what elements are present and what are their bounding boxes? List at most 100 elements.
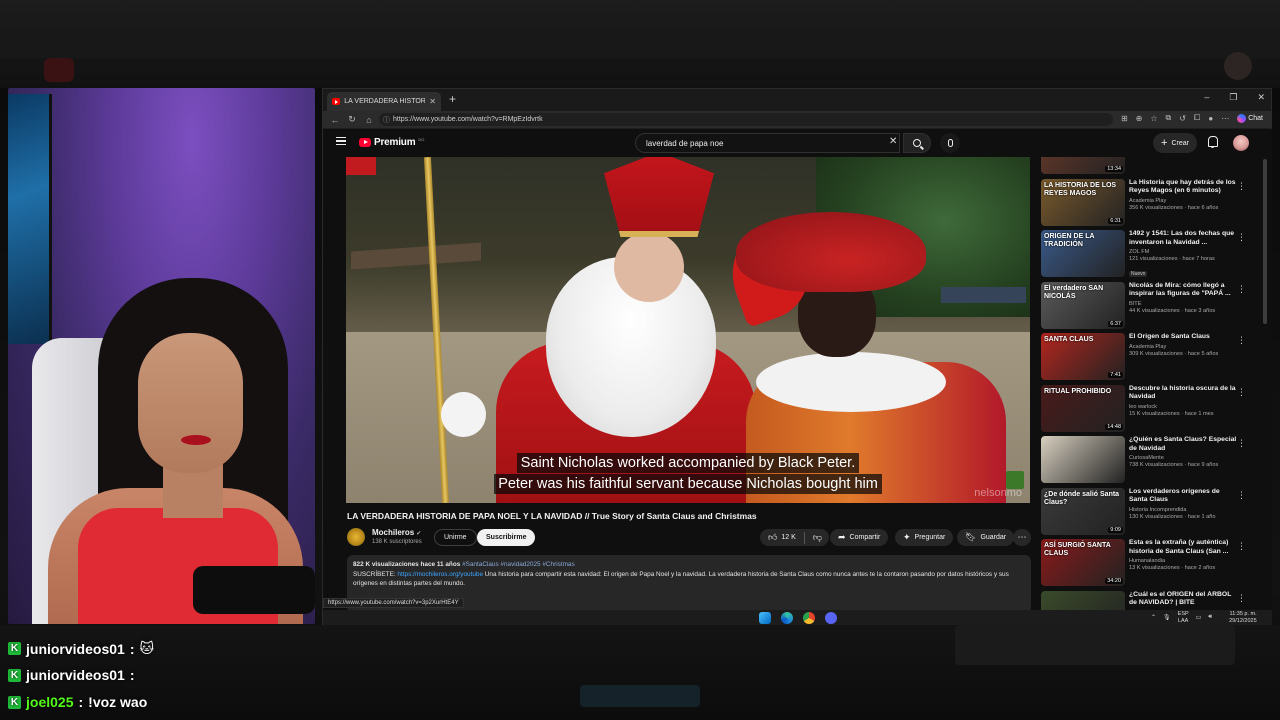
save-button[interactable]: 🔖︎ Guardar [957, 529, 1015, 546]
close-tab-icon[interactable]: ✕ [429, 97, 436, 106]
ask-button[interactable]: ✦ Preguntar [895, 529, 954, 546]
windows-start-icon[interactable] [759, 612, 771, 624]
recommended-video[interactable]: ¿Cuál es el ORIGEN del ÁRBOL de NAVIDAD?… [1041, 590, 1253, 612]
share-button[interactable]: ➦ Compartir [830, 529, 889, 546]
new-tab-button[interactable]: + [449, 92, 456, 106]
recommended-title[interactable]: Descubre la historia oscura de la Navida… [1129, 385, 1237, 402]
video-thumbnail[interactable]: ¿De dónde salió Santa Claus? 9:09 [1041, 487, 1125, 535]
refresh-page-icon[interactable]: ↺ [1179, 114, 1186, 123]
recommended-title[interactable]: ¿Cuál es el ORIGEN del ÁRBOL de NAVIDAD?… [1129, 591, 1237, 608]
notifications-bell-icon[interactable] [1207, 136, 1218, 148]
recommended-channel[interactable]: Academia Play [1129, 344, 1237, 350]
recommended-video[interactable]: SANTA CLAUS 7:41 El Origen de Santa Claus A… [1041, 333, 1253, 383]
like-icon[interactable]: 👍︎ [768, 532, 777, 543]
description-link[interactable]: https://mochileros.org/youtube [397, 571, 483, 578]
voice-search-button[interactable] [940, 133, 960, 153]
chat-username[interactable]: joel025 [26, 694, 73, 710]
more-options-icon[interactable]: ⋮ [1237, 284, 1246, 295]
extensions-icon[interactable]: ⧠ [1194, 113, 1200, 123]
video-thumbnail[interactable]: LA HISTORIA DE LOS REYES MAGOS 6:31 [1041, 178, 1125, 226]
scrollbar[interactable] [1263, 159, 1267, 324]
recommended-title[interactable]: 1492 y 1541: Las dos fechas que inventar… [1129, 230, 1237, 247]
more-options-icon[interactable]: ⋮ [1237, 593, 1246, 604]
copilot-chat-button[interactable]: Chat [1237, 113, 1263, 123]
tab-youtube[interactable]: LA VERDADERA HISTORIA DE PAPA NOEL ✕ [327, 92, 441, 111]
recommended-channel[interactable]: leo warlock [1129, 404, 1237, 410]
channel-name[interactable]: Mochileros ✔ [372, 528, 421, 537]
subscribe-button[interactable]: Suscribirme [477, 529, 536, 546]
recommended-video[interactable]: 13:34 [1041, 157, 1253, 177]
recommended-title[interactable]: Los verdaderos orígenes de Santa Claus [1129, 488, 1237, 505]
recommended-title[interactable]: La Historia que hay detrás de los Reyes … [1129, 179, 1237, 196]
zoom-icon[interactable]: ⊕ [1136, 114, 1143, 123]
site-info-icon[interactable]: ⓘ [383, 115, 390, 125]
recommended-video[interactable]: RITUAL PROHIBIDO 14:48 Descubre la histori… [1041, 384, 1253, 435]
favorite-star-icon[interactable]: ☆ [1150, 114, 1157, 123]
tray-chevron-icon[interactable]: ⌃ [1151, 614, 1156, 621]
video-player[interactable]: Saint Nicholas worked accompanied by Bla… [346, 157, 1030, 503]
apps-icon[interactable]: ⊞ [1121, 114, 1128, 123]
home-icon[interactable]: ⌂ [364, 115, 374, 125]
video-thumbnail[interactable]: ORIGEN DE LA TRADICIÓN [1041, 230, 1125, 277]
more-options-icon[interactable]: ⋮ [1237, 335, 1246, 346]
recommended-channel[interactable]: Historia Incomprendida [1129, 507, 1237, 513]
more-options-icon[interactable]: ⋮ [1237, 232, 1246, 243]
recommended-title[interactable]: ¿Quién es Santa Claus? Especial de Navid… [1129, 436, 1237, 453]
channel-avatar[interactable] [347, 528, 365, 546]
close-window-icon[interactable]: ✕ [1257, 92, 1265, 103]
chat-username[interactable]: juniorvideos01 [26, 667, 125, 683]
search-button[interactable] [903, 133, 931, 153]
recommended-title[interactable]: Nicolás de Mira: cómo llegó a inspirar l… [1129, 282, 1237, 299]
video-thumbnail[interactable]: SANTA CLAUS 7:41 [1041, 333, 1125, 380]
search-input[interactable]: laverdad de papa noe [635, 133, 900, 153]
recommended-channel[interactable]: BITE [1129, 301, 1237, 307]
menu-icon[interactable] [336, 137, 346, 145]
more-options-icon[interactable]: ⋮ [1237, 490, 1246, 501]
language-indicator[interactable]: ESP LAA [1178, 611, 1189, 624]
video-thumbnail[interactable]: RITUAL PROHIBIDO 14:48 [1041, 384, 1125, 432]
video-thumbnail[interactable] [1041, 436, 1125, 483]
account-avatar[interactable] [1233, 135, 1249, 151]
minimize-icon[interactable]: – [1204, 92, 1209, 103]
hashtags[interactable]: #SantaClaus #navidad2025 #Christmas [462, 561, 575, 568]
network-icon[interactable]: ▭ [1196, 614, 1202, 621]
clear-search-icon[interactable]: ✕ [889, 136, 897, 147]
url-field[interactable]: ⓘ https://www.youtube.com/watch?v=RMpEzI… [379, 113, 1113, 126]
more-options-icon[interactable]: ⋮ [1237, 438, 1246, 449]
edge-browser-icon[interactable] [781, 612, 793, 624]
recommended-channel[interactable]: Academia Play [1129, 198, 1237, 204]
recommended-title[interactable]: El Origen de Santa Claus [1129, 333, 1237, 342]
recommended-channel[interactable]: Humanalandia [1129, 558, 1237, 564]
reload-icon[interactable]: ↻ [347, 114, 357, 125]
more-menu-icon[interactable]: ⋯ [1221, 114, 1229, 123]
recommended-video[interactable]: ASÍ SURGIÓ SANTA CLAUS 34:20 Esta es la ex… [1041, 539, 1253, 589]
clock[interactable]: 11:35 p. m. 29/12/2025 [1229, 611, 1257, 624]
recommended-video[interactable]: El verdadero SAN NICOLÁS 6:37 Nicolás de M… [1041, 281, 1253, 332]
recommended-channel[interactable]: CuriosaMente [1129, 455, 1237, 461]
more-options-icon[interactable]: ⋮ [1237, 387, 1246, 398]
profile-icon[interactable]: ● [1208, 114, 1213, 123]
video-thumbnail[interactable]: ASÍ SURGIÓ SANTA CLAUS 34:20 [1041, 539, 1125, 586]
video-thumbnail[interactable]: 13:34 [1041, 157, 1125, 174]
like-count[interactable]: 12 K [781, 534, 795, 541]
more-options-icon[interactable]: ⋮ [1237, 181, 1246, 192]
volume-icon[interactable]: 🔊︎ [1208, 614, 1212, 621]
back-icon[interactable]: ← [330, 115, 340, 125]
join-button[interactable]: Unirme [434, 529, 477, 546]
recommended-channel[interactable]: ZOL FM [1129, 249, 1237, 255]
discord-icon[interactable] [825, 612, 837, 624]
restore-icon[interactable]: ❐ [1229, 92, 1237, 103]
recommended-title[interactable]: Esta es la extraña (y auténtica) histori… [1129, 539, 1237, 556]
tray-mic-icon[interactable]: 🎙︎ [1163, 614, 1171, 621]
video-thumbnail[interactable]: El verdadero SAN NICOLÁS 6:37 [1041, 281, 1125, 329]
recommended-video[interactable]: LA HISTORIA DE LOS REYES MAGOS 6:31 La His… [1041, 178, 1253, 229]
more-actions-button[interactable]: ⋯ [1013, 529, 1031, 546]
chrome-icon[interactable] [803, 612, 815, 624]
create-button[interactable]: + Crear [1153, 133, 1197, 153]
dislike-icon[interactable]: 👎︎ [809, 532, 829, 543]
more-options-icon[interactable]: ⋮ [1237, 541, 1246, 552]
chat-username[interactable]: juniorvideos01 [26, 641, 125, 657]
recommended-video[interactable]: ¿De dónde salió Santa Claus? 9:09 Los verd… [1041, 487, 1253, 538]
collections-icon[interactable]: ⧉ [1166, 113, 1172, 123]
video-thumbnail[interactable] [1041, 590, 1125, 612]
